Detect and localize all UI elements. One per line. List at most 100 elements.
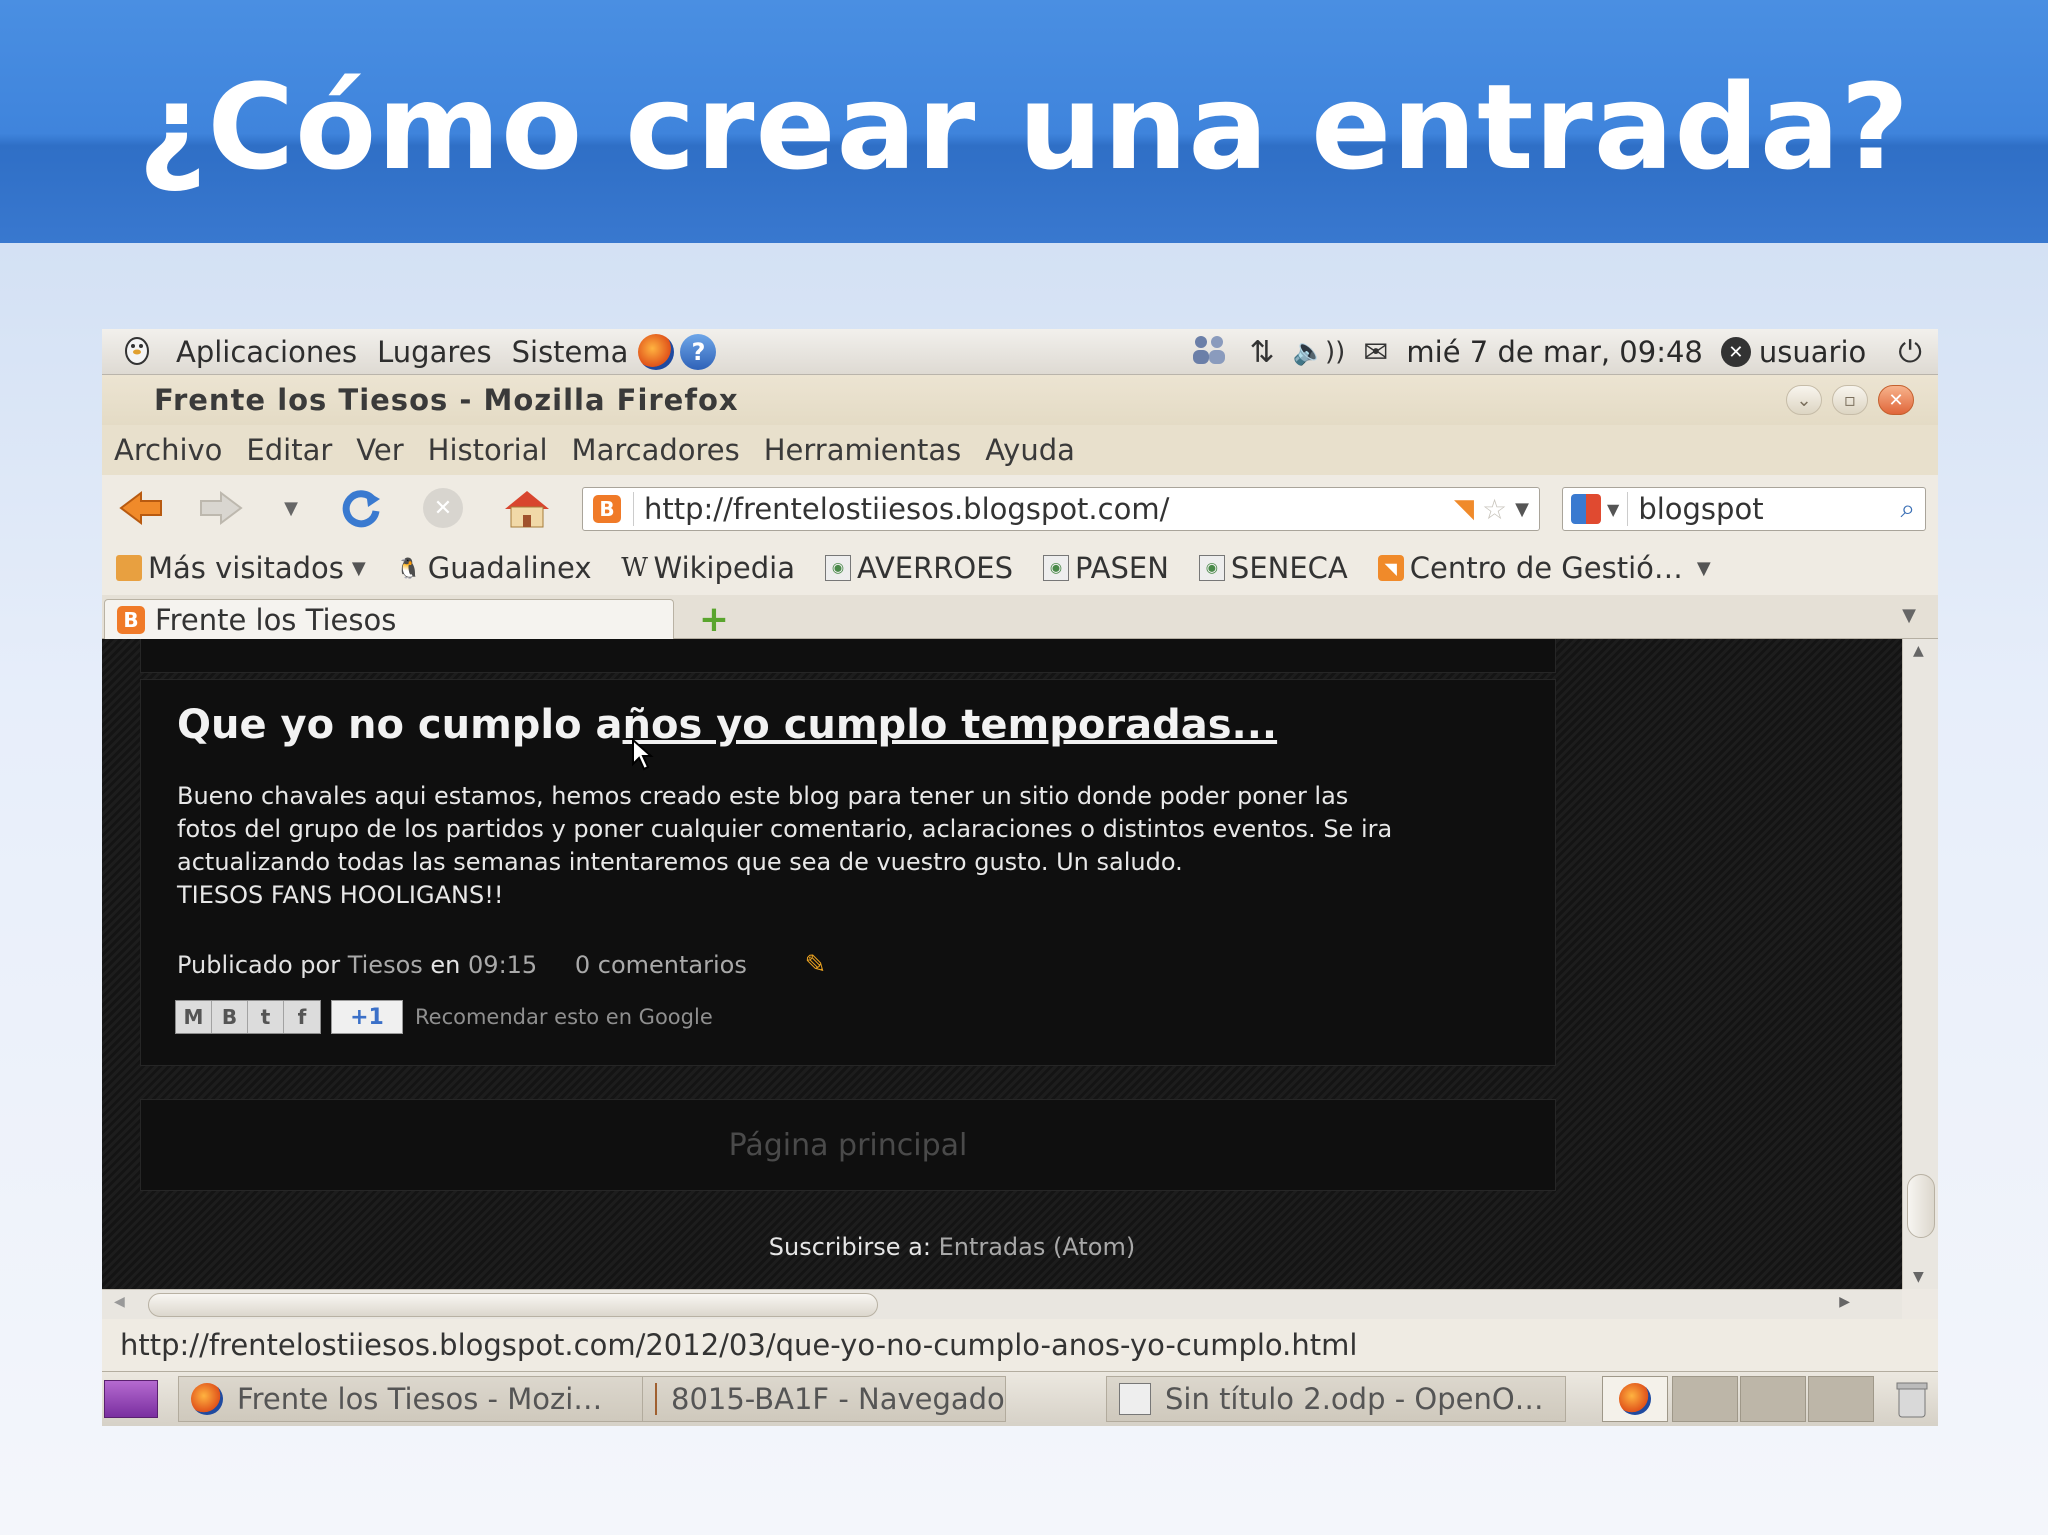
user-status-icon[interactable]: ✕ bbox=[1720, 337, 1751, 367]
task-navegador[interactable]: 8015-BA1F - Navegado… bbox=[642, 1376, 1006, 1422]
engine-dropdown-icon[interactable]: ▼ bbox=[1607, 500, 1619, 519]
recommend-google-text: Recomendar esto en Google bbox=[415, 1005, 713, 1029]
page-icon: ◉ bbox=[824, 555, 851, 581]
mail-icon[interactable]: ✉ bbox=[1363, 335, 1388, 370]
vertical-scrollbar[interactable]: ▲ ▼ bbox=[1902, 639, 1938, 1289]
search-icon[interactable]: ⌕ bbox=[1900, 494, 1915, 525]
horizontal-scroll-thumb[interactable] bbox=[148, 1293, 878, 1317]
window-title: Frente los Tiesos - Mozilla Firefox bbox=[154, 383, 739, 417]
url-dropdown-icon[interactable]: ▼ bbox=[1515, 499, 1529, 520]
scroll-left-icon[interactable]: ◀ bbox=[114, 1294, 125, 1310]
tray-firefox-icon[interactable] bbox=[1602, 1376, 1668, 1422]
penguin-icon: 🐧 bbox=[396, 556, 422, 580]
bookmarks-toolbar: Más visitados ▼ 🐧 Guadalinex W Wikipedia… bbox=[102, 541, 1938, 595]
scroll-right-icon[interactable]: ▶ bbox=[1839, 1294, 1850, 1310]
menubar: Archivo Editar Ver Historial Marcadores … bbox=[102, 425, 1938, 475]
network-icon[interactable]: ⇅ bbox=[1249, 335, 1274, 370]
minimize-button[interactable]: ⌄ bbox=[1786, 385, 1822, 415]
gnome-foot-icon[interactable] bbox=[118, 329, 156, 374]
home-page-link-box: Página principal bbox=[140, 1099, 1556, 1191]
bookmark-pasen[interactable]: ◉ PASEN bbox=[1043, 551, 1169, 585]
help-icon[interactable]: ? bbox=[680, 333, 717, 370]
share-buttons: M B t f +1 Recomendar esto en Google bbox=[175, 1000, 713, 1034]
trash-icon[interactable] bbox=[1890, 1378, 1934, 1420]
menu-aplicaciones[interactable]: Aplicaciones bbox=[176, 335, 357, 369]
menu-ver[interactable]: Ver bbox=[356, 433, 403, 467]
volume-icon[interactable]: 🔈)) bbox=[1293, 337, 1346, 367]
horizontal-scrollbar[interactable]: ◀ ▶ bbox=[102, 1289, 1902, 1319]
bookmark-wikipedia[interactable]: W Wikipedia bbox=[621, 551, 795, 585]
menu-marcadores[interactable]: Marcadores bbox=[572, 433, 740, 467]
page-icon: ◉ bbox=[1043, 555, 1069, 581]
post-time-link[interactable]: 09:15 bbox=[468, 951, 537, 979]
search-input[interactable]: blogspot bbox=[1638, 492, 1763, 526]
bookmark-centro-gestion[interactable]: ◥ Centro de Gestió… ▼ bbox=[1377, 551, 1711, 585]
atom-feed-link[interactable]: Entradas (Atom) bbox=[939, 1233, 1136, 1261]
menu-archivo[interactable]: Archivo bbox=[114, 433, 222, 467]
menu-herramientas[interactable]: Herramientas bbox=[764, 433, 962, 467]
tab-list-icon[interactable]: ▼ bbox=[1902, 605, 1916, 626]
history-dropdown-icon[interactable]: ▼ bbox=[278, 485, 304, 531]
bookmark-averroes[interactable]: ◉ AVERROES bbox=[824, 551, 1013, 585]
users-icon[interactable] bbox=[1187, 332, 1231, 373]
menu-ayuda[interactable]: Ayuda bbox=[985, 433, 1075, 467]
maximize-button[interactable]: ▫ bbox=[1832, 385, 1868, 415]
previous-post-box bbox=[140, 639, 1556, 673]
post-footer: Publicado por Tiesos en 09:15 0 comentar… bbox=[177, 950, 827, 980]
bookmark-guadalinex[interactable]: 🐧 Guadalinex bbox=[396, 551, 591, 585]
scroll-up-icon[interactable]: ▲ bbox=[1913, 643, 1924, 659]
tab-frente-los-tiesos[interactable]: B Frente los Tiesos bbox=[104, 599, 674, 639]
page-icon: ◉ bbox=[1198, 555, 1225, 581]
panel-user[interactable]: usuario bbox=[1759, 335, 1866, 369]
facebook-share-icon[interactable]: f bbox=[284, 1001, 320, 1033]
workspace-3[interactable] bbox=[1740, 1376, 1806, 1422]
firefox-launcher-icon[interactable] bbox=[638, 333, 675, 370]
chevron-down-icon: ▼ bbox=[1696, 557, 1711, 579]
power-icon[interactable]: ⏻ bbox=[1898, 335, 1922, 370]
blogger-favicon-icon: B bbox=[593, 495, 621, 523]
workspace-2[interactable] bbox=[1672, 1376, 1738, 1422]
twitter-share-icon[interactable]: t bbox=[248, 1001, 284, 1033]
task-openoffice[interactable]: Sin título 2.odp - OpenO… bbox=[1106, 1376, 1566, 1422]
workspace-4[interactable] bbox=[1808, 1376, 1874, 1422]
chevron-down-icon: ▼ bbox=[351, 557, 366, 579]
gmail-share-icon[interactable]: M bbox=[176, 1001, 212, 1033]
rss-icon[interactable]: ◥ bbox=[1454, 494, 1474, 524]
stop-button[interactable]: ✕ bbox=[418, 485, 468, 531]
close-window-button[interactable]: ✕ bbox=[1878, 385, 1914, 415]
home-button[interactable] bbox=[500, 485, 554, 531]
menu-historial[interactable]: Historial bbox=[428, 433, 548, 467]
top-panel: Aplicaciones Lugares Sistema ? ⇅ 🔈)) ✉ m… bbox=[102, 329, 1938, 375]
firefox-icon bbox=[191, 1383, 223, 1415]
vertical-scroll-thumb[interactable] bbox=[1907, 1174, 1935, 1238]
bookmark-seneca[interactable]: ◉ SENECA bbox=[1198, 551, 1348, 585]
panel-clock[interactable]: mié 7 de mar, 09:48 bbox=[1406, 335, 1702, 369]
back-button[interactable] bbox=[116, 485, 166, 531]
url-text[interactable]: http://frentelostiiesos.blogspot.com/ bbox=[644, 492, 1169, 526]
url-bar[interactable]: B http://frentelostiiesos.blogspot.com/ … bbox=[582, 487, 1540, 531]
bookmark-star-icon[interactable]: ☆ bbox=[1482, 493, 1507, 526]
bookmark-mas-visitados[interactable]: Más visitados ▼ bbox=[116, 551, 366, 585]
scroll-down-icon[interactable]: ▼ bbox=[1913, 1269, 1924, 1285]
new-tab-button[interactable]: + bbox=[694, 599, 734, 640]
plus-one-button[interactable]: +1 bbox=[331, 1000, 403, 1034]
menu-sistema[interactable]: Sistema bbox=[512, 335, 629, 369]
blogger-share-icon[interactable]: B bbox=[212, 1001, 248, 1033]
google-engine-icon[interactable] bbox=[1571, 494, 1601, 524]
slide-title: ¿Cómo crear una entrada? bbox=[138, 58, 1910, 196]
post-title[interactable]: Que yo no cumplo años yo cumplo temporad… bbox=[177, 702, 1277, 748]
blogger-favicon-icon: B bbox=[117, 605, 145, 634]
window-titlebar: Frente los Tiesos - Mozilla Firefox ⌄ ▫ … bbox=[102, 375, 1938, 425]
home-page-link[interactable]: Página principal bbox=[729, 1128, 968, 1163]
wikipedia-icon: W bbox=[621, 553, 648, 583]
reload-button[interactable] bbox=[336, 485, 386, 531]
edit-pencil-icon[interactable]: ✎ bbox=[804, 950, 826, 980]
post-comments-link[interactable]: 0 comentarios bbox=[575, 951, 747, 979]
search-bar[interactable]: ▼ blogspot ⌕ bbox=[1562, 487, 1926, 531]
presentation-icon bbox=[1119, 1383, 1151, 1415]
show-desktop-icon[interactable] bbox=[104, 1380, 158, 1418]
menu-lugares[interactable]: Lugares bbox=[377, 335, 491, 369]
forward-button[interactable] bbox=[196, 485, 246, 531]
post-author-link[interactable]: Tiesos bbox=[348, 951, 423, 979]
menu-editar[interactable]: Editar bbox=[246, 433, 332, 467]
